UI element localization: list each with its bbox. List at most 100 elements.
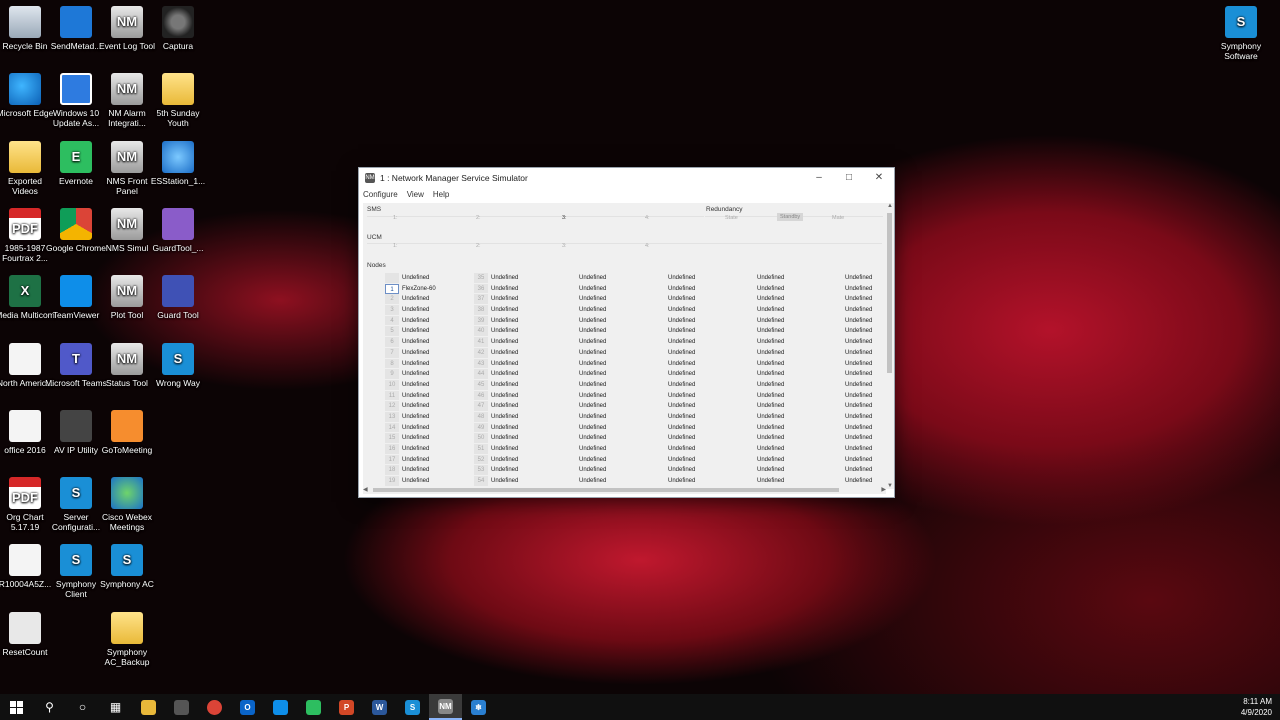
node-value[interactable]: Undefined [402,412,462,423]
node-value[interactable]: Undefined [757,284,817,295]
node-number[interactable]: 42 [474,347,488,359]
node-value[interactable]: Undefined [668,348,728,359]
node-value[interactable]: Undefined [491,433,551,444]
sms-slot-4[interactable]: 4: [645,215,650,221]
node-value[interactable]: Undefined [757,348,817,359]
taskbar-app-button[interactable]: NM [429,694,462,720]
node-value[interactable]: Undefined [845,348,885,359]
node-value[interactable]: Undefined [491,401,551,412]
desktop-icon[interactable]: Guard Tool [147,275,209,320]
node-value[interactable]: Undefined [757,412,817,423]
node-value[interactable]: Undefined [579,433,639,444]
node-number[interactable]: 49 [474,422,488,434]
node-value[interactable]: Undefined [668,380,728,391]
node-value[interactable]: Undefined [757,423,817,434]
redundancy-mate[interactable]: Mate [832,215,844,221]
node-number[interactable]: 13 [385,411,399,423]
nm-simulator-window[interactable]: NM 1 : Network Manager Service Simulator… [358,167,895,498]
node-value[interactable]: Undefined [579,284,639,295]
node-number[interactable]: 10 [385,379,399,391]
horizontal-scrollbar[interactable]: ◀ ▶ [363,486,886,494]
node-value[interactable]: Undefined [757,337,817,348]
ucm-slot-1[interactable]: 1: [393,243,398,249]
node-value[interactable]: Undefined [491,369,551,380]
node-value[interactable]: Undefined [579,326,639,337]
node-value[interactable]: Undefined [845,380,885,391]
node-value[interactable]: Undefined [579,401,639,412]
desktop-icon[interactable]: S Wrong Way [147,342,209,388]
node-value[interactable]: Undefined [757,455,817,466]
node-value[interactable]: Undefined [491,412,551,423]
node-value[interactable]: Undefined [579,369,639,380]
node-number[interactable]: 38 [474,305,488,316]
scroll-down-icon[interactable]: ▼ [887,483,893,489]
node-value[interactable]: Undefined [757,465,817,476]
node-value[interactable]: Undefined [491,423,551,434]
node-value[interactable]: Undefined [757,359,817,370]
node-number[interactable]: 2 [385,294,399,306]
node-value[interactable]: Undefined [579,391,639,402]
menu-view[interactable]: View [407,188,424,201]
node-value[interactable]: Undefined [491,391,551,402]
node-number[interactable]: 4 [385,315,399,327]
node-number[interactable]: 17 [385,454,399,466]
taskbar-app-button[interactable]: P [330,694,363,720]
node-value[interactable]: Undefined [668,305,728,316]
node-value[interactable]: Undefined [757,305,817,316]
node-number[interactable]: 41 [474,337,488,348]
node-value[interactable]: Undefined [402,423,462,434]
node-value[interactable]: Undefined [491,284,551,295]
menu-configure[interactable]: Configure [363,188,398,201]
node-value[interactable]: Undefined [757,401,817,412]
node-value[interactable]: Undefined [491,444,551,455]
node-value[interactable]: Undefined [845,273,885,284]
node-value[interactable]: Undefined [845,401,885,412]
search-button[interactable]: ⚲ [33,694,66,720]
node-value[interactable]: Undefined [402,401,462,412]
sms-slot-2[interactable]: 2: [476,215,481,221]
node-value[interactable]: Undefined [668,369,728,380]
node-value[interactable]: Undefined [757,433,817,444]
scroll-right-icon[interactable]: ▶ [881,486,886,493]
node-number[interactable]: 11 [385,390,399,402]
node-value[interactable]: Undefined [845,294,885,305]
node-number[interactable]: 3 [385,305,399,316]
task-view-button[interactable]: ▦ [99,694,132,720]
taskbar-app-button[interactable] [297,694,330,720]
node-number[interactable]: 39 [474,315,488,327]
node-number[interactable]: 43 [474,358,488,370]
node-value[interactable]: Undefined [845,423,885,434]
node-number[interactable]: 53 [474,465,488,477]
node-value[interactable]: Undefined [491,305,551,316]
taskbar-app-button[interactable]: ❄ [462,694,495,720]
vertical-scrollbar[interactable]: ▲ ▼ [885,203,894,489]
node-value[interactable]: Undefined [402,369,462,380]
node-number[interactable]: 14 [385,422,399,434]
node-value[interactable]: Undefined [757,380,817,391]
node-value[interactable]: Undefined [402,326,462,337]
node-number[interactable]: 15 [385,433,399,444]
scroll-up-icon[interactable]: ▲ [887,203,893,209]
node-number[interactable]: 52 [474,454,488,466]
node-value[interactable]: Undefined [845,465,885,476]
horizontal-scroll-thumb[interactable] [373,488,839,492]
desktop-icon[interactable]: ESStation_1... [147,140,209,186]
node-value[interactable]: Undefined [579,412,639,423]
node-value[interactable]: Undefined [668,316,728,327]
node-value[interactable]: Undefined [402,348,462,359]
node-value[interactable]: Undefined [402,305,462,316]
menu-help[interactable]: Help [433,188,449,201]
node-value[interactable]: Undefined [845,284,885,295]
node-value[interactable]: Undefined [491,294,551,305]
desktop-icon[interactable]: ResetCount [0,611,56,657]
node-number[interactable]: 45 [474,379,488,391]
node-number[interactable]: 46 [474,390,488,402]
node-value[interactable]: Undefined [491,455,551,466]
title-bar[interactable]: NM 1 : Network Manager Service Simulator… [359,168,894,188]
node-number[interactable]: 36 [474,283,488,295]
node-value[interactable]: Undefined [579,337,639,348]
node-value[interactable]: Undefined [402,465,462,476]
node-value[interactable]: FlexZone-60 [402,284,462,295]
desktop-icon[interactable]: Captura [147,6,209,51]
node-value[interactable]: Undefined [845,433,885,444]
